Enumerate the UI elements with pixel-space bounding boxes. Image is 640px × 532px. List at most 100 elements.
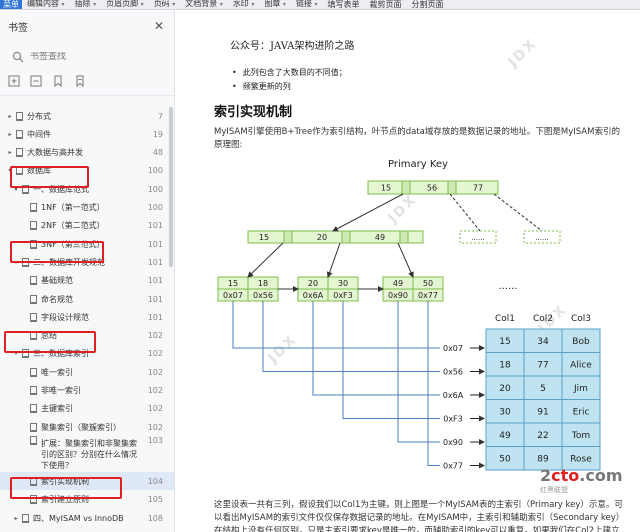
- chevron-down-icon: ▾: [219, 1, 223, 8]
- page-number: 100: [147, 203, 163, 212]
- page-number: 102: [147, 386, 163, 395]
- sidebar-item-label: 主键索引: [41, 404, 73, 414]
- page-number: 101: [147, 239, 163, 249]
- address-label: 0x07: [443, 344, 463, 353]
- menu-item-link[interactable]: 链接 ▾: [291, 0, 323, 9]
- sidebar-item[interactable]: 2NF（第二范式） 101: [0, 217, 174, 235]
- menu-item-header-footer[interactable]: 页眉页脚 ▾: [101, 0, 149, 9]
- menu-item-background[interactable]: 文档背景 ▾: [180, 0, 228, 9]
- doc-subtitle: 公众号：JAVA架构进阶之路: [230, 41, 355, 52]
- sidebar-item[interactable]: 主键索引 102: [0, 400, 174, 418]
- chevron-down-icon: ▾: [93, 1, 97, 8]
- page-number: 100: [147, 184, 163, 194]
- close-icon[interactable]: ✕: [154, 19, 164, 33]
- menu-item-form[interactable]: 填写表单: [323, 0, 365, 9]
- internal-key: 49: [375, 233, 385, 242]
- sidebar-item[interactable]: ▸ 分布式 7: [0, 107, 174, 125]
- chevron-down-icon: ▾: [140, 1, 144, 8]
- chevron-down-icon: ▾: [314, 1, 318, 8]
- sidebar-scrollbar[interactable]: [169, 107, 173, 267]
- root-key: 15: [381, 184, 391, 193]
- page-number: 103: [147, 436, 163, 446]
- bookmark-search[interactable]: [8, 47, 166, 67]
- address-label: 0x77: [443, 462, 463, 471]
- table-cell: 91: [537, 408, 548, 418]
- chevron-right-icon[interactable]: ▸: [6, 131, 14, 138]
- menu-item-active[interactable]: 菜单: [0, 0, 22, 9]
- page-number: 102: [147, 349, 163, 359]
- sidebar-item[interactable]: ▸ 四、MyISAM vs InnoDB 108: [0, 509, 174, 527]
- table-cell: Tom: [571, 431, 590, 441]
- chevron-right-icon[interactable]: ▸: [6, 113, 14, 120]
- internal-node: [247, 230, 424, 244]
- sidebar-item[interactable]: 聚集索引（聚簇索引） 102: [0, 418, 174, 436]
- table-header: Col3: [571, 314, 591, 324]
- sidebar-item[interactable]: ▸ 中间件 19: [0, 125, 174, 143]
- delete-bookmark-icon[interactable]: [74, 75, 86, 87]
- root-key: 56: [427, 184, 437, 193]
- tree-edge: [332, 193, 404, 232]
- page-number: 7: [157, 111, 163, 121]
- bookmark-icon: [30, 221, 37, 231]
- bookmark-icon: [30, 294, 37, 304]
- page-number: 108: [147, 513, 163, 523]
- sidebar-item-label: 中间件: [27, 129, 51, 139]
- ellipsis-text: ......: [471, 234, 484, 242]
- add-bookmark-icon[interactable]: [52, 75, 64, 87]
- sidebar-item-label: 非唯一索引: [41, 386, 81, 395]
- myisam-index-diagram: Primary Key 15 56 77 15 20 49...... ...... 15 18 0…: [217, 159, 601, 471]
- ellipsis-text: ......: [498, 281, 517, 292]
- table-cell: 50: [499, 455, 511, 465]
- sidebar-item[interactable]: 字段设计规范 101: [0, 308, 174, 326]
- bookmark-icon: [30, 276, 37, 286]
- menu-item-stamp[interactable]: 图章 ▾: [259, 0, 291, 9]
- table-cell: Eric: [573, 408, 590, 418]
- menu-item-edit[interactable]: 编辑内容 ▾: [22, 0, 70, 9]
- bookmark-icon: [30, 386, 37, 395]
- sidebar-item[interactable]: 唯一索引 102: [0, 363, 174, 381]
- page-number: 101: [147, 257, 163, 267]
- chevron-right-icon[interactable]: ▸: [12, 515, 20, 522]
- watermark-text: JDX: [505, 35, 541, 71]
- bookmark-icon: [30, 422, 37, 432]
- leaf-key: 15: [228, 279, 238, 288]
- sidebar-header: 书签 ✕: [0, 11, 174, 41]
- internal-pointer-cell: [283, 230, 293, 244]
- sidebar-item[interactable]: ▸ 大数据与高并发 48: [0, 144, 174, 162]
- menu-item-page-number[interactable]: 页码 ▾: [149, 0, 181, 9]
- menu-item-erase[interactable]: 插除 ▾: [70, 0, 102, 9]
- menu-bar: 菜单 编辑内容 ▾ 插除 ▾ 页眉页脚 ▾ 页码 ▾ 文档背景 ▾ 水印 ▾ 图…: [0, 0, 640, 10]
- address-label: 0x90: [443, 438, 463, 447]
- search-icon: [12, 51, 24, 63]
- menu-item-split[interactable]: 分割页面: [407, 0, 449, 9]
- sidebar-item[interactable]: 扩展：聚集索引和非聚集索引的区别？分别在什么情况下使用？ 103: [0, 436, 174, 470]
- page-number: 101: [147, 312, 163, 322]
- sidebar-title: 书签: [8, 22, 28, 34]
- internal-pointer-cell: [341, 230, 351, 244]
- sidebar-item[interactable]: 命名规范 101: [0, 290, 174, 308]
- collapse-all-icon[interactable]: [30, 75, 42, 87]
- section-heading: 索引实现机制: [214, 105, 293, 120]
- table-cell: 34: [537, 337, 549, 347]
- menu-item-watermark[interactable]: 水印 ▾: [228, 0, 260, 9]
- expand-all-icon[interactable]: [8, 75, 20, 87]
- table-cell: Alice: [570, 361, 592, 371]
- tree-edge: [397, 242, 414, 278]
- highlight-box-2: [10, 241, 104, 263]
- internal-key: 20: [317, 233, 327, 242]
- sidebar-item-label: 分布式: [27, 111, 51, 121]
- internal-key: 15: [259, 233, 269, 242]
- bookmark-icon: [30, 404, 37, 414]
- sidebar-item[interactable]: 非唯一索引 102: [0, 382, 174, 400]
- root-node-label: Primary Key: [388, 159, 448, 170]
- sidebar-item[interactable]: 1NF（第一范式） 100: [0, 199, 174, 217]
- bookmark-icon: [30, 367, 37, 377]
- sidebar-item[interactable]: 基础规范 101: [0, 272, 174, 290]
- bullet-list: 此列包含了大数目的不同值； 频繁更新的列: [232, 66, 347, 94]
- menu-item-crop[interactable]: 裁剪页面: [365, 0, 407, 9]
- sidebar-item[interactable]: 五、并发事务带来的问题108: [0, 527, 174, 532]
- leaf-key: 18: [258, 279, 268, 288]
- bookmark-search-input[interactable]: [30, 52, 160, 62]
- chevron-right-icon[interactable]: ▸: [6, 149, 14, 156]
- sidebar-item-label: 命名规范: [41, 294, 73, 304]
